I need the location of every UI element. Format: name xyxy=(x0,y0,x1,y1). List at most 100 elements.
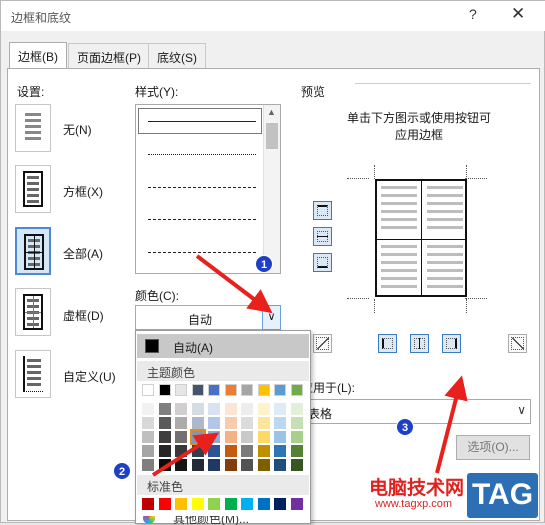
theme-shade-swatch[interactable] xyxy=(158,431,171,443)
more-colors-item[interactable]: 其他颜色(M)... xyxy=(137,516,309,525)
theme-shade-swatch[interactable] xyxy=(241,431,253,443)
theme-shade-swatch[interactable] xyxy=(142,459,154,471)
tab-shading[interactable]: 底纹(S) xyxy=(148,43,206,68)
auto-color-item[interactable]: 自动(A) xyxy=(137,334,309,358)
theme-shade-swatch[interactable] xyxy=(274,445,286,457)
standard-color-swatch[interactable] xyxy=(241,498,253,510)
inside-horizontal-border-button[interactable] xyxy=(313,227,332,246)
left-border-button[interactable] xyxy=(378,334,397,353)
theme-color-swatch[interactable] xyxy=(158,384,171,396)
chevron-down-icon[interactable]: ∨ xyxy=(262,305,281,330)
style-dotted-line[interactable] xyxy=(148,154,256,155)
theme-color-swatch[interactable] xyxy=(191,384,204,396)
theme-shade-swatch[interactable] xyxy=(158,445,171,457)
theme-shade-swatch[interactable] xyxy=(158,459,171,471)
theme-shade-swatch[interactable] xyxy=(257,459,270,471)
theme-color-swatch[interactable] xyxy=(208,384,220,396)
theme-color-swatch[interactable] xyxy=(274,384,286,396)
theme-shade-swatch[interactable] xyxy=(175,445,187,457)
right-border-button[interactable] xyxy=(442,334,461,353)
style-dashed-line[interactable] xyxy=(148,219,256,220)
tab-page-borders[interactable]: 页面边框(P) xyxy=(68,43,150,68)
setting-none-button[interactable] xyxy=(15,104,51,152)
theme-shade-swatch[interactable] xyxy=(224,403,237,415)
standard-color-swatch[interactable] xyxy=(257,498,270,510)
color-combo[interactable]: 自动 ∨ xyxy=(135,305,281,330)
theme-shade-swatch[interactable] xyxy=(224,431,237,443)
theme-shade-swatch[interactable] xyxy=(208,431,220,443)
theme-shade-swatch[interactable] xyxy=(158,403,171,415)
help-icon[interactable]: ? xyxy=(469,6,477,22)
standard-color-swatch[interactable] xyxy=(224,498,237,510)
apply-to-combo[interactable]: 表格 ∨ xyxy=(301,399,531,424)
theme-shade-swatch[interactable] xyxy=(175,459,187,471)
theme-shade-swatch[interactable] xyxy=(274,431,286,443)
setting-all-button[interactable] xyxy=(15,227,51,275)
theme-shade-swatch[interactable] xyxy=(241,445,253,457)
theme-shade-swatch[interactable] xyxy=(257,403,270,415)
style-list[interactable]: ▲ xyxy=(135,104,281,274)
theme-shade-swatch[interactable] xyxy=(257,417,270,429)
style-scrollbar[interactable]: ▲ xyxy=(263,105,280,273)
top-border-button[interactable] xyxy=(313,201,332,220)
theme-color-swatch[interactable] xyxy=(224,384,237,396)
setting-grid-button[interactable] xyxy=(15,288,51,336)
scroll-thumb[interactable] xyxy=(266,123,278,149)
theme-shade-swatch[interactable] xyxy=(175,431,187,443)
theme-shade-swatch[interactable] xyxy=(208,459,220,471)
style-dashed-small-line[interactable] xyxy=(148,187,256,188)
theme-color-swatch[interactable] xyxy=(175,384,187,396)
theme-shade-swatch[interactable] xyxy=(224,445,237,457)
theme-shade-swatch[interactable] xyxy=(274,403,286,415)
theme-shade-swatch[interactable] xyxy=(290,459,303,471)
theme-shade-swatch[interactable] xyxy=(290,403,303,415)
theme-shade-swatch[interactable] xyxy=(274,417,286,429)
tab-borders[interactable]: 边框(B) xyxy=(9,42,67,69)
theme-color-swatch[interactable] xyxy=(142,384,154,396)
color-dropdown[interactable]: 自动(A) 主题颜色 标准色 其他颜色(M)... xyxy=(135,330,311,525)
theme-shade-swatch[interactable] xyxy=(191,445,204,457)
scroll-up-icon[interactable]: ▲ xyxy=(267,107,276,117)
standard-color-swatch[interactable] xyxy=(158,498,171,510)
theme-shade-swatch[interactable] xyxy=(191,417,204,429)
theme-shade-swatch[interactable] xyxy=(257,431,270,443)
theme-shade-swatch[interactable] xyxy=(290,431,303,443)
theme-shade-swatch[interactable] xyxy=(257,445,270,457)
standard-color-swatch[interactable] xyxy=(274,498,286,510)
theme-shade-swatch[interactable] xyxy=(142,403,154,415)
standard-color-swatch[interactable] xyxy=(290,498,303,510)
theme-shade-swatch[interactable] xyxy=(224,459,237,471)
theme-shade-swatch[interactable] xyxy=(191,403,204,415)
theme-shade-swatch[interactable] xyxy=(274,459,286,471)
setting-custom-button[interactable] xyxy=(15,350,51,398)
diagonal-up-border-button[interactable] xyxy=(508,334,527,353)
style-solid-line[interactable] xyxy=(148,121,256,122)
inside-vertical-border-button[interactable] xyxy=(410,334,429,353)
theme-shade-swatch[interactable] xyxy=(208,403,220,415)
standard-color-swatch[interactable] xyxy=(175,498,187,510)
theme-shade-swatch[interactable] xyxy=(290,445,303,457)
bottom-border-button[interactable] xyxy=(313,253,332,272)
theme-shade-swatch[interactable] xyxy=(189,429,206,445)
theme-shade-swatch[interactable] xyxy=(142,445,154,457)
theme-shade-swatch[interactable] xyxy=(175,417,187,429)
theme-color-swatch[interactable] xyxy=(290,384,303,396)
theme-shade-swatch[interactable] xyxy=(175,403,187,415)
apply-to-chevron-icon[interactable]: ∨ xyxy=(517,403,526,417)
standard-color-swatch[interactable] xyxy=(191,498,204,510)
theme-shade-swatch[interactable] xyxy=(241,459,253,471)
options-button[interactable]: 选项(O)... xyxy=(456,435,530,460)
theme-color-swatch[interactable] xyxy=(257,384,270,396)
diagonal-down-border-button[interactable] xyxy=(313,334,332,353)
theme-shade-swatch[interactable] xyxy=(208,445,220,457)
theme-shade-swatch[interactable] xyxy=(241,417,253,429)
theme-shade-swatch[interactable] xyxy=(158,417,171,429)
theme-shade-swatch[interactable] xyxy=(191,459,204,471)
theme-shade-swatch[interactable] xyxy=(241,403,253,415)
standard-color-swatch[interactable] xyxy=(142,498,154,510)
theme-color-swatch[interactable] xyxy=(241,384,253,396)
standard-color-swatch[interactable] xyxy=(208,498,220,510)
theme-shade-swatch[interactable] xyxy=(224,417,237,429)
theme-shade-swatch[interactable] xyxy=(208,417,220,429)
setting-box-button[interactable] xyxy=(15,165,51,213)
